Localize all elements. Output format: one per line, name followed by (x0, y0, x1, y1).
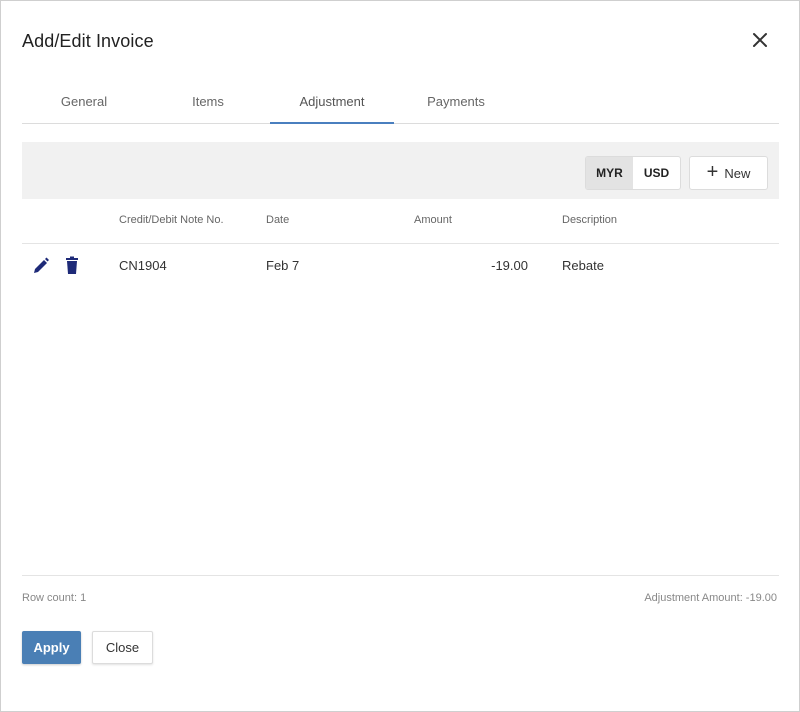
tab-adjustment[interactable]: Adjustment (270, 81, 394, 124)
adjustment-amount: Adjustment Amount: -19.00 (644, 592, 777, 604)
delete-icon[interactable] (65, 256, 83, 276)
cell-note-no: CN1904 (119, 258, 167, 273)
new-button[interactable]: + New (689, 156, 768, 190)
currency-usd-button[interactable]: USD (633, 157, 680, 189)
invoice-dialog: Add/Edit Invoice General Items Adjustmen… (0, 0, 800, 712)
tab-general[interactable]: General (22, 81, 146, 123)
cell-description: Rebate (562, 258, 604, 273)
currency-myr-button[interactable]: MYR (586, 157, 633, 189)
tab-items[interactable]: Items (146, 81, 270, 123)
cell-amount: -19.00 (491, 258, 528, 273)
tab-payments[interactable]: Payments (394, 81, 518, 123)
column-header-description[interactable]: Description (562, 214, 617, 226)
grid-toolbar: MYR USD + New (22, 142, 779, 199)
dialog-title: Add/Edit Invoice (22, 31, 154, 51)
currency-toggle: MYR USD (585, 156, 681, 190)
edit-icon[interactable] (32, 256, 50, 276)
tab-bar: General Items Adjustment Payments (22, 81, 779, 124)
column-header-note-no[interactable]: Credit/Debit Note No. (119, 214, 224, 226)
table-row[interactable]: CN1904 Feb 7 -19.00 Rebate (22, 244, 779, 288)
cell-date: Feb 7 (266, 258, 300, 273)
plus-icon: + (706, 161, 719, 183)
footer-divider (22, 575, 779, 576)
close-icon[interactable] (749, 29, 771, 51)
column-header-date[interactable]: Date (266, 214, 289, 226)
grid-header: Credit/Debit Note No. Date Amount Descri… (22, 199, 779, 244)
column-header-amount[interactable]: Amount (414, 214, 452, 226)
row-count: Row count: 1 (22, 592, 87, 604)
new-button-label: New (724, 165, 751, 181)
apply-button[interactable]: Apply (22, 631, 81, 664)
close-button[interactable]: Close (92, 631, 153, 664)
